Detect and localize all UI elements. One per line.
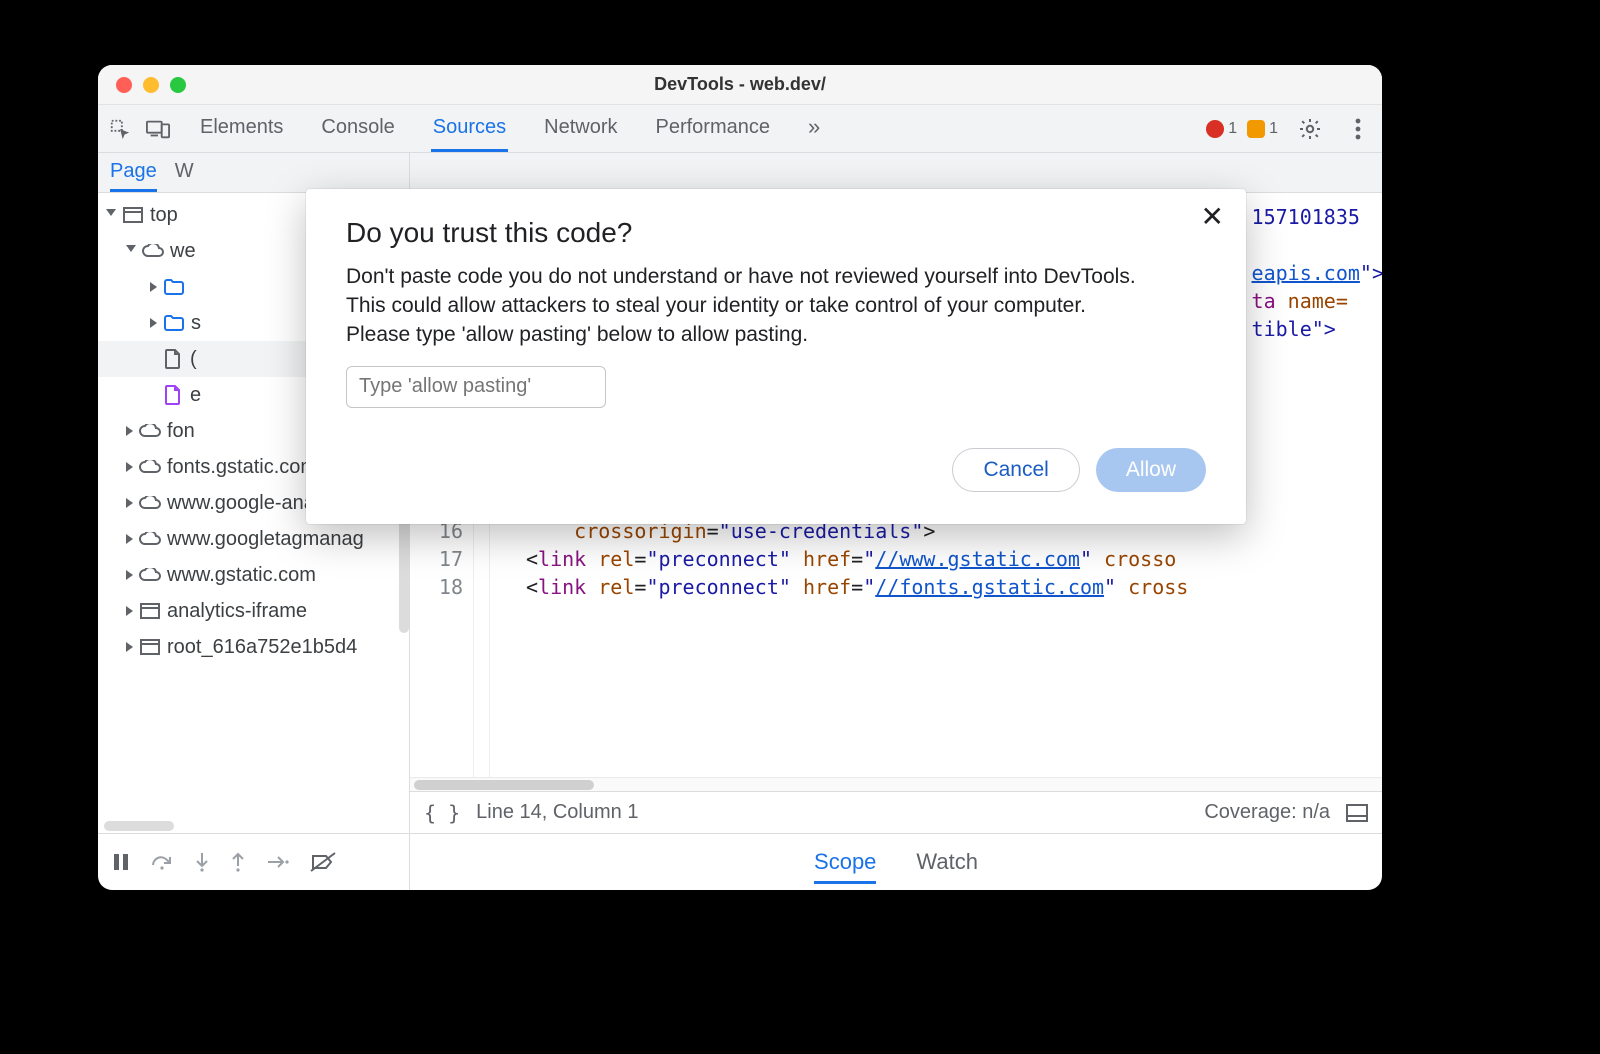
scrollbar-thumb[interactable] (414, 780, 594, 790)
paste-trust-dialog: ✕ Do you trust this code? Don't paste co… (306, 189, 1246, 524)
cloud-icon (139, 420, 161, 442)
warning-icon (1247, 120, 1265, 138)
caret-right-icon (126, 462, 133, 472)
caret-right-icon (126, 642, 133, 652)
file-icon (162, 384, 184, 406)
main-toolbar: Elements Console Sources Network Perform… (98, 105, 1382, 153)
cloud-icon (139, 528, 161, 550)
tree-node-domain[interactable]: www.googletagmanag (98, 521, 409, 557)
tree-label: s (191, 312, 201, 335)
navigator-tab-other[interactable]: W (175, 160, 194, 192)
inspect-element-icon[interactable] (104, 113, 136, 145)
navigator-tab-page[interactable]: Page (110, 160, 157, 192)
settings-gear-icon[interactable] (1294, 113, 1326, 145)
tree-label: e (190, 384, 201, 407)
dialog-body: Don't paste code you do not understand o… (346, 263, 1146, 350)
device-toolbar-icon[interactable] (142, 113, 174, 145)
tree-horizontal-scrollbar[interactable] (104, 821, 174, 831)
tree-label: www.gstatic.com (167, 564, 316, 587)
file-icon (162, 348, 184, 370)
tab-sources[interactable]: Sources (431, 105, 508, 152)
cancel-button[interactable]: Cancel (952, 448, 1079, 492)
coverage-status: Coverage: n/a (1204, 801, 1330, 824)
editor-tabstrip[interactable] (410, 153, 1382, 193)
caret-right-icon (150, 318, 157, 328)
bottom-row: Scope Watch (98, 834, 1382, 890)
cloud-icon (139, 492, 161, 514)
coverage-toggle-icon[interactable] (1346, 804, 1368, 822)
code-horizontal-scrollbar[interactable] (410, 777, 1382, 791)
code-fragment: "> (1360, 261, 1382, 285)
tree-node-frame[interactable]: root_616a752e1b5d4 (98, 629, 409, 665)
tab-scope[interactable]: Scope (814, 849, 876, 884)
warning-count: 1 (1269, 120, 1278, 138)
window-title: DevTools - web.dev/ (654, 74, 826, 95)
folder-icon (163, 276, 185, 298)
debugger-controls (98, 834, 410, 890)
cursor-position: Line 14, Column 1 (476, 801, 638, 824)
panel-tabs: Elements Console Sources Network Perform… (198, 105, 822, 152)
caret-right-icon (126, 426, 133, 436)
caret-down-icon (106, 209, 116, 221)
error-badge[interactable]: 1 (1206, 120, 1237, 138)
tree-node-domain[interactable]: www.gstatic.com (98, 557, 409, 593)
frame-icon (139, 636, 161, 658)
kebab-menu-icon[interactable] (1342, 113, 1374, 145)
warning-badge[interactable]: 1 (1247, 120, 1278, 138)
tab-network[interactable]: Network (542, 105, 619, 152)
tree-label: top (150, 204, 178, 227)
tab-console[interactable]: Console (319, 105, 396, 152)
error-icon (1206, 120, 1224, 138)
caret-right-icon (126, 534, 133, 544)
pause-icon[interactable] (112, 852, 130, 872)
tree-node-frame[interactable]: analytics-iframe (98, 593, 409, 629)
tabs-overflow[interactable]: » (806, 105, 822, 152)
dialog-title: Do you trust this code? (346, 217, 1206, 249)
cloud-icon (139, 564, 161, 586)
tree-label: analytics-iframe (167, 600, 307, 623)
allow-button[interactable]: Allow (1096, 448, 1206, 492)
tree-label: root_616a752e1b5d4 (167, 636, 357, 659)
caret-right-icon (126, 570, 133, 580)
tab-performance[interactable]: Performance (654, 105, 773, 152)
editor-statusbar: { } Line 14, Column 1 Coverage: n/a (410, 791, 1382, 833)
cloud-icon (139, 456, 161, 478)
caret-down-icon (126, 245, 136, 257)
allow-pasting-input[interactable] (346, 366, 606, 408)
step-into-icon[interactable] (194, 851, 210, 873)
tab-watch[interactable]: Watch (916, 849, 978, 884)
code-fragment: eapis.com (1252, 261, 1360, 285)
caret-right-icon (126, 606, 133, 616)
devtools-window: DevTools - web.dev/ Elements Console Sou… (98, 65, 1382, 890)
caret-right-icon (150, 282, 157, 292)
tab-elements[interactable]: Elements (198, 105, 285, 152)
zoom-window-button[interactable] (170, 77, 186, 93)
code-fragment: tible"> (1252, 317, 1336, 341)
frame-icon (139, 600, 161, 622)
caret-right-icon (126, 498, 133, 508)
tree-label: ( (190, 348, 197, 371)
folder-icon (163, 312, 185, 334)
tree-label: www.googletagmanag (167, 528, 364, 551)
step-over-icon[interactable] (150, 853, 174, 871)
cloud-icon (142, 240, 164, 262)
close-window-button[interactable] (116, 77, 132, 93)
frame-icon (122, 204, 144, 226)
titlebar: DevTools - web.dev/ (98, 65, 1382, 105)
step-icon[interactable] (266, 855, 290, 869)
traffic-lights (98, 77, 186, 93)
error-count: 1 (1228, 120, 1237, 138)
deactivate-breakpoints-icon[interactable] (310, 852, 336, 872)
minimize-window-button[interactable] (143, 77, 159, 93)
code-fragment: 157101835 (1252, 203, 1382, 231)
tree-label: fon (167, 420, 195, 443)
debugger-tabs: Scope Watch (410, 834, 1382, 890)
dialog-close-icon[interactable]: ✕ (1193, 199, 1232, 235)
pretty-print-icon[interactable]: { } (424, 801, 460, 825)
navigator-tabs: Page W (98, 153, 409, 193)
tree-label: we (170, 240, 196, 263)
tree-label: fonts.gstatic.com (167, 456, 317, 479)
step-out-icon[interactable] (230, 851, 246, 873)
